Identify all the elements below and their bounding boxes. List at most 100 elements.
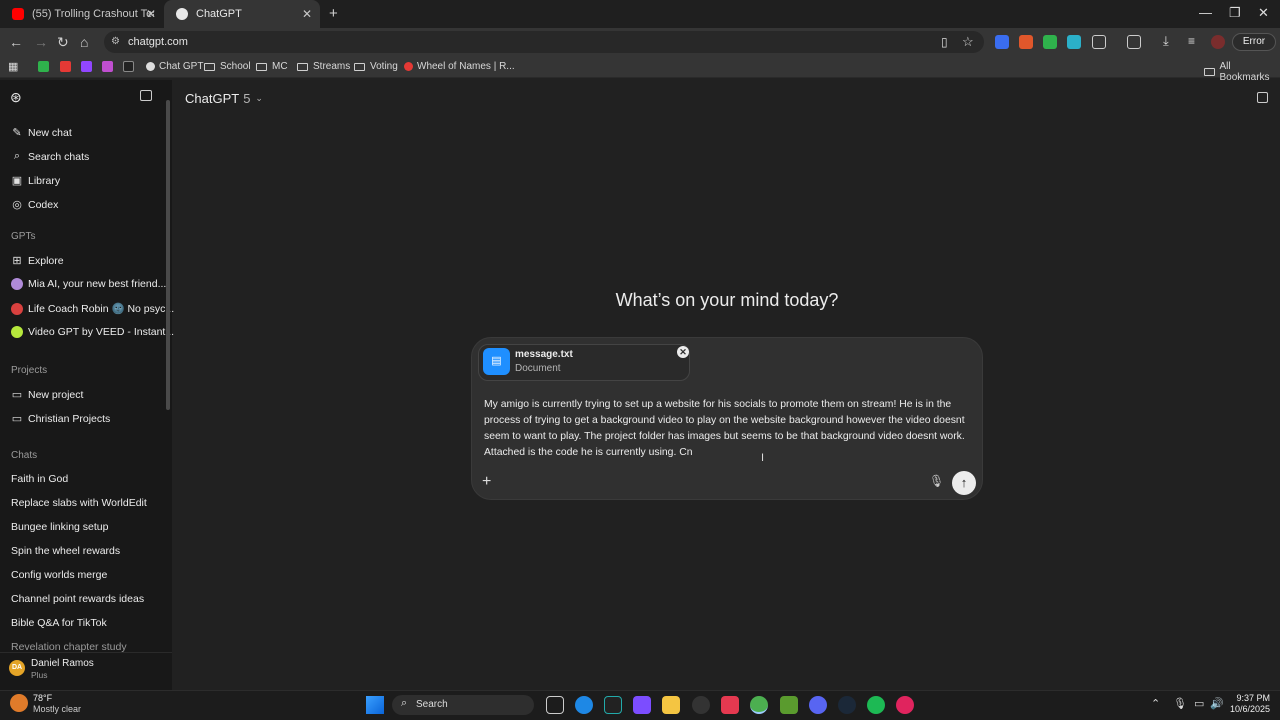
openai-logo-icon[interactable]: ⊛ bbox=[10, 89, 22, 106]
media-icon[interactable]: ≡ bbox=[1188, 34, 1195, 48]
task-view-icon[interactable] bbox=[546, 696, 564, 714]
close-window-icon[interactable]: ✕ bbox=[1258, 5, 1269, 21]
bookmark-star-icon[interactable]: ☆ bbox=[962, 34, 974, 50]
extensions-puzzle-icon[interactable] bbox=[1092, 35, 1106, 49]
apps-grid-icon[interactable]: ▦ bbox=[8, 60, 18, 73]
bookmark-icon[interactable] bbox=[102, 61, 113, 72]
sidebar-item-codex[interactable]: ◎ Codex bbox=[11, 198, 58, 212]
folder-icon bbox=[1204, 68, 1215, 76]
chat-history-item[interactable]: Faith in God bbox=[11, 473, 68, 485]
edge-icon[interactable] bbox=[575, 696, 593, 714]
app-icon[interactable] bbox=[692, 696, 710, 714]
home-icon[interactable]: ⌂ bbox=[80, 34, 88, 50]
add-attachment-button[interactable]: + bbox=[482, 473, 491, 491]
new-tab-button[interactable]: + bbox=[329, 5, 338, 22]
sidebar-item-new-project[interactable]: ▭ New project bbox=[11, 388, 84, 402]
microphone-icon[interactable]: 🎙 bbox=[1173, 697, 1187, 710]
url-text[interactable]: chatgpt.com bbox=[128, 36, 188, 48]
minecraft-icon[interactable] bbox=[780, 696, 798, 714]
remove-attachment-button[interactable]: ✕ bbox=[677, 346, 689, 358]
sidebar-gpt-video[interactable]: Video GPT by VEED - Instant... bbox=[11, 326, 174, 338]
extension-icon[interactable] bbox=[1067, 35, 1081, 49]
reload-icon[interactable]: ↻ bbox=[57, 34, 69, 51]
prompt-input[interactable]: My amigo is currently trying to set up a… bbox=[484, 397, 974, 461]
bookmark-folder-voting[interactable]: Voting bbox=[354, 61, 398, 72]
folder-icon bbox=[354, 62, 365, 71]
extension-icon[interactable] bbox=[995, 35, 1009, 49]
all-bookmarks[interactable]: All Bookmarks bbox=[1204, 61, 1280, 83]
clock-time[interactable]: 9:37 PM bbox=[1226, 693, 1270, 703]
maximize-icon[interactable]: ❐ bbox=[1229, 5, 1241, 21]
profile-avatar[interactable] bbox=[1211, 35, 1225, 49]
chat-history-item[interactable]: Spin the wheel rewards bbox=[11, 545, 120, 557]
bookmark-chatgpt[interactable]: Chat GPT bbox=[146, 61, 203, 72]
spotify-icon[interactable] bbox=[867, 696, 885, 714]
avatar[interactable]: DA bbox=[9, 660, 25, 676]
bookmark-folder-streams[interactable]: Streams bbox=[297, 61, 350, 72]
tab-chatgpt[interactable]: ChatGPT ✕ bbox=[164, 0, 320, 28]
send-button[interactable]: ↑ bbox=[952, 471, 976, 495]
weather-temp: 78°F bbox=[33, 693, 53, 703]
extension-icon[interactable] bbox=[1043, 35, 1057, 49]
sidebar-item-search-chats[interactable]: ⌕ Search chats bbox=[11, 150, 89, 163]
sidebar-scrollbar[interactable] bbox=[166, 100, 170, 410]
gpt-avatar bbox=[11, 278, 23, 290]
close-tab-icon[interactable]: ✕ bbox=[302, 7, 312, 21]
temporary-chat-icon[interactable] bbox=[1257, 92, 1268, 103]
back-icon[interactable]: ← bbox=[9, 34, 23, 50]
chat-history-item[interactable]: Replace slabs with WorldEdit bbox=[11, 497, 147, 509]
sidebar-item-explore[interactable]: ⊞ Explore bbox=[11, 254, 63, 268]
bookmark-folder-mc[interactable]: MC bbox=[256, 61, 288, 72]
tiktok-icon[interactable] bbox=[721, 696, 739, 714]
steam-icon[interactable] bbox=[838, 696, 856, 714]
user-plan: Plus bbox=[31, 670, 48, 680]
sidebar-item-library[interactable]: ▣ Library bbox=[11, 174, 60, 188]
download-icon[interactable]: ⤓ bbox=[1163, 33, 1169, 49]
chat-history-item[interactable]: Channel point rewards ideas bbox=[11, 593, 144, 605]
taskbar-search[interactable]: Search bbox=[392, 695, 534, 715]
terminal-icon[interactable] bbox=[604, 696, 622, 714]
copilot-icon[interactable] bbox=[633, 696, 651, 714]
close-tab-icon[interactable]: ✕ bbox=[146, 7, 156, 21]
clock-date[interactable]: 10/6/2025 bbox=[1220, 704, 1270, 714]
microphone-icon[interactable]: 🎙 bbox=[929, 474, 944, 488]
chat-history-item[interactable]: Bible Q&A for TikTok bbox=[11, 617, 107, 629]
chatgpt-icon bbox=[146, 62, 155, 71]
omnibox[interactable] bbox=[104, 31, 984, 53]
codex-icon: ◎ bbox=[12, 199, 22, 211]
site-info-icon[interactable]: ⚙ bbox=[111, 36, 120, 47]
app-icon[interactable] bbox=[896, 696, 914, 714]
file-explorer-icon[interactable] bbox=[662, 696, 680, 714]
weather-icon[interactable] bbox=[10, 694, 28, 712]
chat-history-item[interactable]: Bungee linking setup bbox=[11, 521, 109, 533]
tab-youtube[interactable]: (55) Trolling Crashout Teammat ✕ bbox=[0, 0, 164, 28]
display-icon[interactable]: ▭ bbox=[1194, 697, 1204, 710]
tab-search-icon[interactable] bbox=[1127, 35, 1141, 49]
model-selector[interactable]: ChatGPT 5 ⌄ bbox=[185, 91, 263, 106]
sidebar-gpt-mia[interactable]: Mia AI, your new best friend... bbox=[11, 278, 166, 290]
bookmark-folder-school[interactable]: School bbox=[204, 61, 251, 72]
minimize-icon[interactable]: — bbox=[1199, 5, 1212, 20]
page-icon[interactable]: ▯ bbox=[941, 35, 948, 49]
gpts-heading: GPTs bbox=[11, 231, 36, 242]
bookmark-icon[interactable] bbox=[123, 61, 134, 72]
sidebar-item-new-chat[interactable]: ✎ New chat bbox=[11, 126, 71, 140]
bookmark-icon[interactable] bbox=[60, 61, 71, 72]
extension-icon[interactable] bbox=[1019, 35, 1033, 49]
sidebar-gpt-life-coach[interactable]: Life Coach Robin 🌚 No psyc... bbox=[11, 302, 174, 315]
bookmark-icon[interactable] bbox=[81, 61, 92, 72]
profile-error-badge[interactable]: Error bbox=[1232, 33, 1276, 51]
windows-start-icon[interactable] bbox=[366, 696, 384, 714]
document-icon: ▤ bbox=[483, 348, 510, 375]
forward-icon[interactable]: → bbox=[34, 34, 48, 50]
bookmark-wheel-of-names[interactable]: Wheel of Names | R... bbox=[404, 61, 515, 72]
discord-icon[interactable] bbox=[809, 696, 827, 714]
bookmark-icon[interactable] bbox=[38, 61, 49, 72]
user-name: Daniel Ramos bbox=[31, 658, 94, 669]
close-sidebar-icon[interactable] bbox=[140, 90, 152, 101]
chat-history-item[interactable]: Config worlds merge bbox=[11, 569, 107, 581]
sidebar-item-christian-projects[interactable]: ▭ Christian Projects bbox=[11, 412, 110, 426]
chevron-up-icon[interactable]: ⌃ bbox=[1151, 697, 1160, 710]
chrome-icon[interactable] bbox=[750, 696, 768, 714]
gpt-avatar bbox=[11, 302, 23, 315]
